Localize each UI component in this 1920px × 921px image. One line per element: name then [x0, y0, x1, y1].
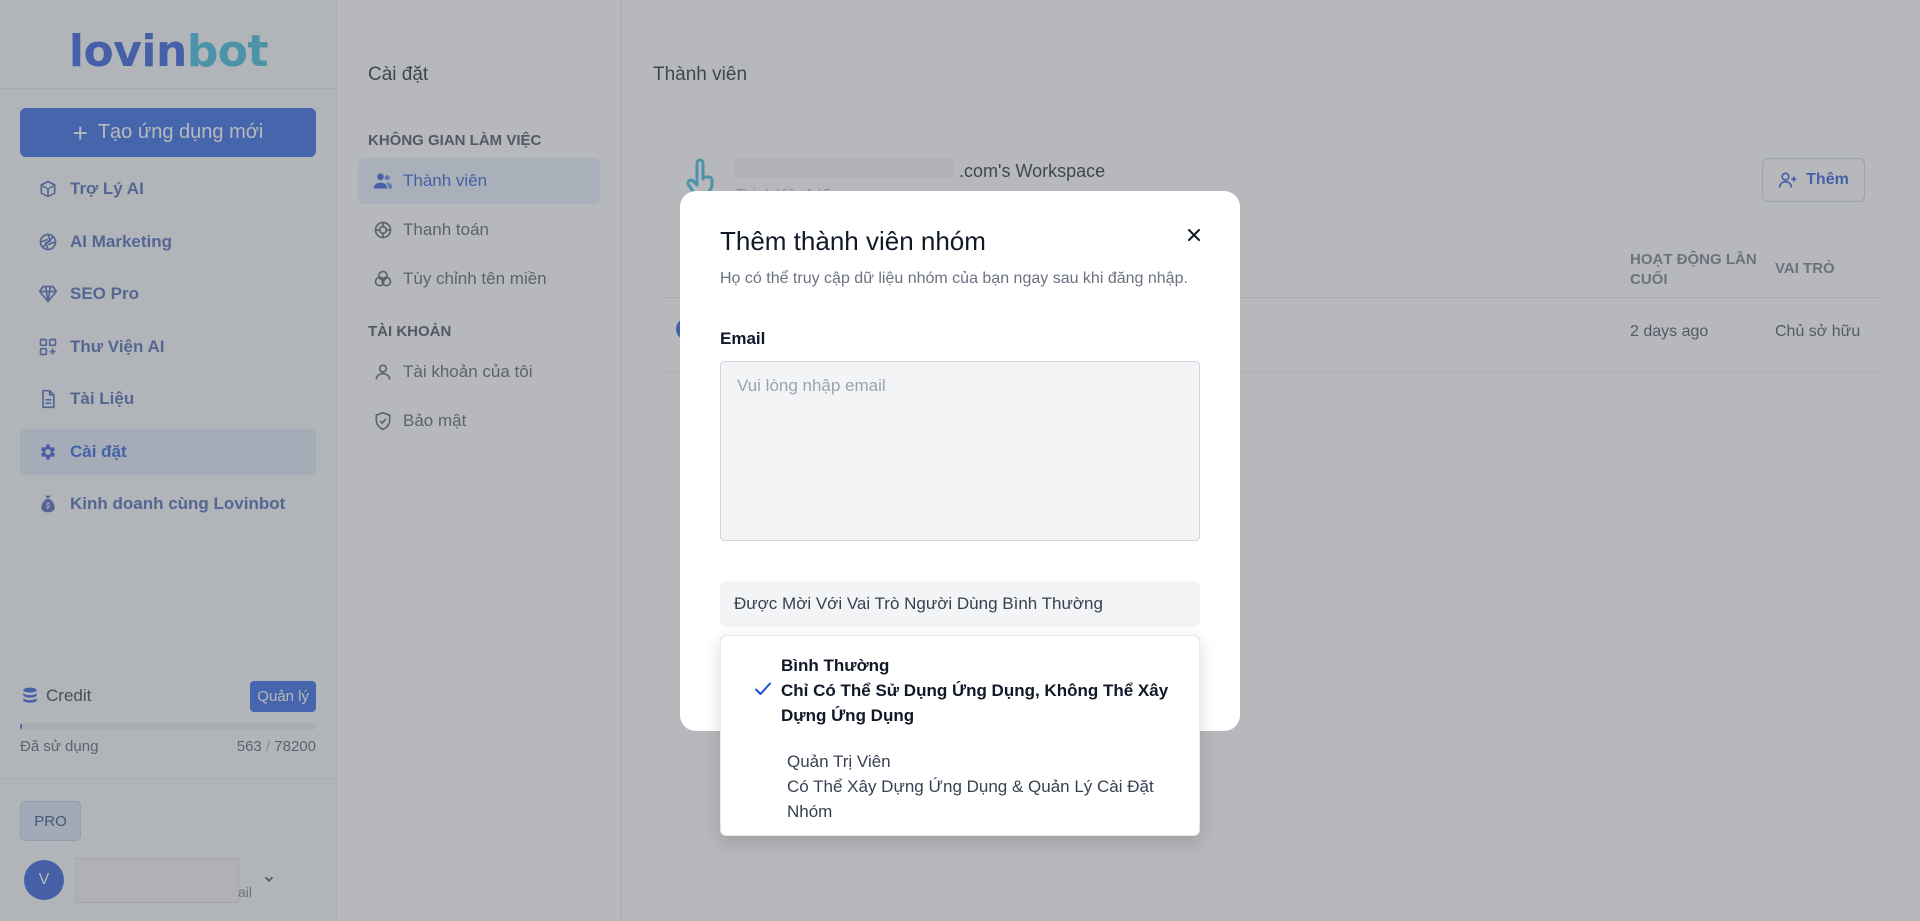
check-icon [755, 682, 771, 695]
role-option-description: Có Thể Xây Dựng Ứng Dụng & Quản Lý Cài Đ… [787, 777, 1154, 821]
role-dropdown: Bình Thường Chỉ Có Thể Sử Dụng Ứng Dụng,… [720, 635, 1200, 836]
role-select[interactable]: Được Mời Với Vai Trò Người Dùng Bình Thư… [720, 581, 1200, 627]
close-icon [1188, 229, 1200, 241]
dialog-description: Họ có thể truy cập dữ liệu nhóm của bạn … [720, 270, 1188, 287]
close-button[interactable] [1180, 221, 1208, 249]
role-option-title: Quản Trị Viên [787, 752, 891, 771]
role-option-normal[interactable]: Bình Thường Chỉ Có Thể Sử Dụng Ứng Dụng,… [721, 636, 1201, 741]
email-field[interactable] [720, 361, 1200, 541]
role-option-description: Chỉ Có Thể Sử Dụng Ứng Dụng, Không Thể X… [781, 681, 1169, 725]
role-option-title: Bình Thường [781, 656, 890, 675]
role-option-admin[interactable]: Quản Trị Viên Có Thể Xây Dựng Ứng Dụng &… [721, 741, 1201, 837]
dialog-title: Thêm thành viên nhóm [720, 226, 986, 256]
email-label: Email [720, 329, 766, 348]
